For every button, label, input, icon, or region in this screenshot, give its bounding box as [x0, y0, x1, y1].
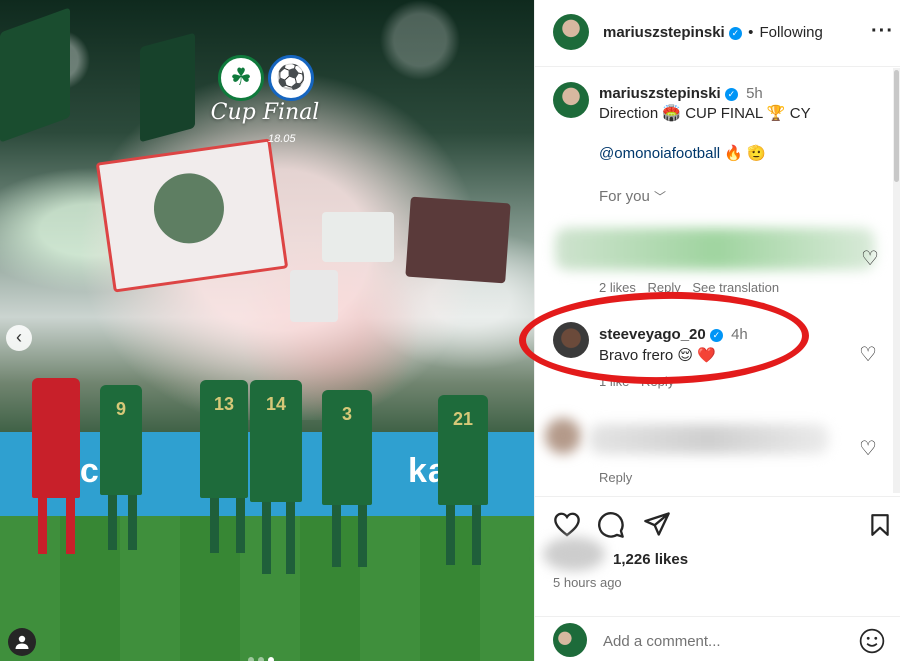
verified-badge-icon: ✓ — [724, 88, 738, 101]
liker-avatars — [543, 537, 605, 571]
caption-author-username[interactable]: mariuszstepinski — [599, 85, 721, 102]
omonoia-crest-icon: ☘ — [218, 55, 264, 101]
blurred-comment — [555, 228, 875, 270]
player: 9 — [100, 385, 142, 495]
cup-final-date: 18.05 — [268, 133, 296, 145]
carousel-dots — [248, 650, 278, 661]
comment-input-bar: Add a comment... — [535, 616, 900, 662]
more-horizontal-icon[interactable]: ··· — [871, 20, 894, 43]
carousel-dot — [258, 657, 264, 661]
green-flag — [140, 32, 195, 143]
emoji-icon[interactable] — [859, 628, 885, 654]
share-send-icon[interactable] — [643, 511, 671, 537]
carousel-prev-button[interactable]: ‹ — [6, 325, 32, 351]
goalkeeper-player — [32, 378, 80, 498]
paphos-banner — [405, 196, 511, 284]
blurred-avatar — [545, 418, 581, 454]
red-annotation-circle — [518, 289, 810, 387]
save-bookmark-icon[interactable] — [869, 513, 891, 537]
carousel-dot-active — [268, 657, 274, 661]
post-media[interactable]: ☘ ⚽ Cup Final 18.05 vacoo kav 9 13 14 3 … — [0, 0, 534, 661]
caption-text: Direction 🏟️ CUP FINAL 🏆 CY — [599, 105, 811, 122]
caption-mention[interactable]: @omonoiafootball 🔥 🫡 — [599, 144, 766, 162]
fck-nzs-banner — [290, 270, 338, 322]
post-side-panel: mariuszstepinski ✓ • Following ··· mariu… — [518, 0, 900, 662]
for-you-label: For you — [599, 188, 650, 205]
blurred-comment — [589, 424, 829, 454]
for-you-filter[interactable]: For you ﹀ — [599, 188, 666, 205]
author-username[interactable]: mariuszstepinski — [603, 24, 725, 41]
carousel-dot — [248, 657, 254, 661]
tagged-user-icon[interactable] — [8, 628, 36, 656]
follow-status-button[interactable]: Following — [760, 24, 823, 41]
author-avatar[interactable] — [553, 14, 589, 50]
verified-badge-icon: ✓ — [728, 27, 742, 40]
caption-author-avatar[interactable] — [553, 82, 589, 118]
player: 14 — [250, 380, 302, 502]
posted-time[interactable]: 5 hours ago — [553, 575, 622, 590]
comment-icon[interactable] — [597, 511, 625, 539]
player: 3 — [322, 390, 372, 505]
likes-count[interactable]: 1,226 likes — [613, 551, 688, 568]
post-header: mariuszstepinski ✓ • Following ··· — [535, 0, 900, 67]
chevron-down-icon: ﹀ — [654, 190, 667, 204]
player: 13 — [200, 380, 248, 498]
current-user-avatar — [553, 623, 587, 657]
like-heart-icon[interactable] — [553, 511, 581, 537]
comment-like-heart-icon[interactable]: ♡ — [859, 439, 877, 459]
omonoia-banner — [95, 138, 289, 293]
caption-time: 5h — [746, 85, 763, 102]
reply-button[interactable]: Reply — [599, 470, 632, 485]
player: 21 — [438, 395, 488, 505]
scrollbar-thumb[interactable] — [894, 70, 899, 182]
crest-banner — [322, 212, 394, 262]
add-comment-input[interactable]: Add a comment... — [603, 633, 721, 650]
pafos-crest-icon: ⚽ — [268, 55, 314, 101]
cup-final-title: Cup Final — [210, 100, 320, 125]
comment-like-heart-icon[interactable]: ♡ — [859, 345, 877, 365]
comment-like-heart-icon[interactable]: ♡ — [861, 249, 879, 269]
post-actions: 1,226 likes 5 hours ago — [535, 496, 900, 617]
